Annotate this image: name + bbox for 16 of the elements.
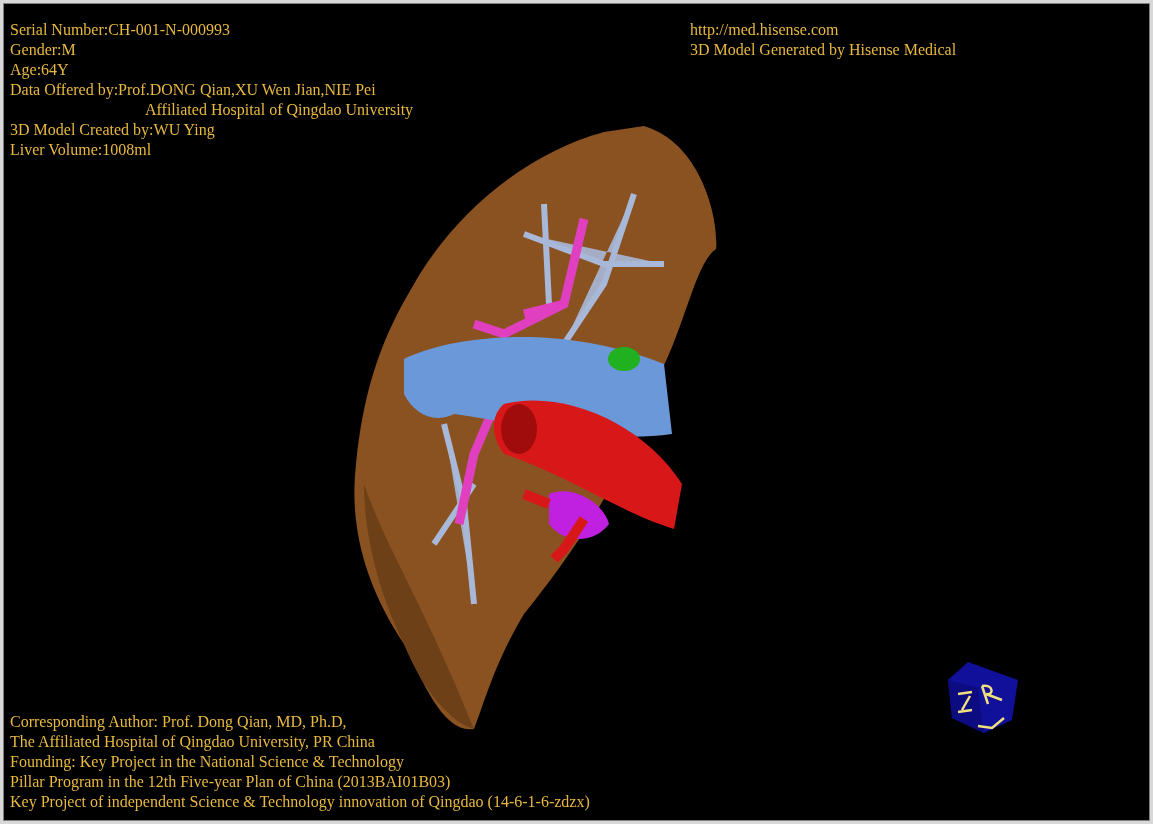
info-text: Founding: Key Project in the National Science & Technology: [10, 752, 406, 772]
info-text: Corresponding Author: Prof. Dong Qian, MD, Ph.D,: [10, 712, 348, 732]
orientation-cube-icon[interactable]: [948, 660, 1020, 734]
render-viewport[interactable]: [3, 3, 1150, 821]
info-text: Age:64Y: [10, 60, 70, 80]
info-text: Liver Volume:1008ml: [10, 140, 153, 160]
info-text: 3D Model Created by:WU Ying: [10, 120, 216, 140]
info-text: Pillar Program in the 12th Five-year Plan of China (2013BAI01B03): [10, 772, 452, 792]
info-text: Serial Number:CH-001-N-000993: [10, 20, 231, 40]
info-text: http://med.hisense.com: [690, 20, 840, 40]
info-text: Affiliated Hospital of Qingdao University: [144, 100, 415, 120]
info-text: The Affiliated Hospital of Qingdao University, PR China: [10, 732, 376, 752]
info-text: Gender:M: [10, 40, 77, 60]
info-text: 3D Model Generated by Hisense Medical: [690, 40, 957, 60]
info-text: Data Offered by:Prof.DONG Qian,XU Wen Jian,NIE Pei: [10, 80, 377, 100]
info-text: Key Project of independent Science & Technology innovation of Qingdao (14-6-1-6-zdzx): [10, 792, 591, 812]
